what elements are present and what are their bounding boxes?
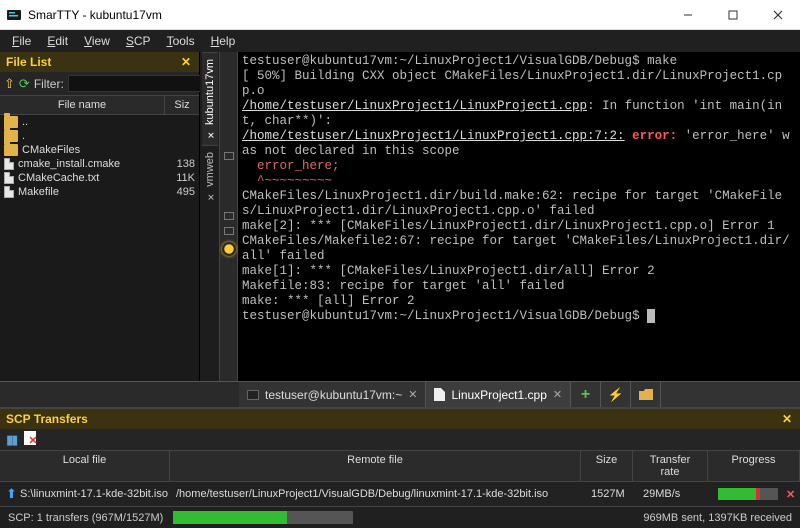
file-list-body: ...CMakeFilescmake_install.cmake138CMake… xyxy=(0,115,199,381)
menubar: FileEditViewSCPToolsHelp xyxy=(0,30,800,52)
file-name: . xyxy=(22,130,165,142)
clear-transfers-button[interactable]: ✕ xyxy=(24,431,36,448)
menu-edit[interactable]: Edit xyxy=(39,32,76,50)
file-row[interactable]: .. xyxy=(0,115,199,129)
file-icon xyxy=(4,158,14,170)
window-title: SmarTTY - kubuntu17vm xyxy=(28,8,665,22)
scp-close-icon[interactable]: ✕ xyxy=(780,412,794,426)
scp-transfers-panel: SCP Transfers ✕ ▮▮ ✕ Local file Remote f… xyxy=(0,407,800,506)
gutter-mark-icon xyxy=(224,212,234,220)
file-row[interactable]: . xyxy=(0,129,199,143)
terminal-icon xyxy=(247,390,259,400)
status-network-label: 969MB sent, 1397KB received xyxy=(643,512,792,524)
new-tab-button[interactable]: + xyxy=(571,382,601,407)
col-rate[interactable]: Transfer rate xyxy=(633,451,708,481)
refresh-icon[interactable]: ⟳ xyxy=(19,76,30,92)
folder-icon xyxy=(4,144,18,156)
menu-tools[interactable]: Tools xyxy=(159,32,203,50)
tab-close-icon[interactable]: ✕ xyxy=(553,388,562,401)
statusbar: SCP: 1 transfers (967M/1527M) 969MB sent… xyxy=(0,506,800,528)
status-transfer-label: SCP: 1 transfers (967M/1527M) xyxy=(8,512,163,524)
titlebar: SmarTTY - kubuntu17vm xyxy=(0,0,800,30)
document-tab[interactable]: testuser@kubuntu17vm:~ ✕ xyxy=(239,382,426,407)
close-button[interactable] xyxy=(755,0,800,30)
file-row[interactable]: CMakeFiles xyxy=(0,143,199,157)
cancel-transfer-button[interactable]: ✕ xyxy=(780,486,800,503)
scp-toolbar: ▮▮ ✕ xyxy=(0,429,800,450)
file-icon xyxy=(434,388,445,401)
upload-arrow-icon: ⬆ xyxy=(0,484,14,504)
terminal-gutter xyxy=(220,52,238,381)
scp-progress xyxy=(712,486,780,502)
gutter-mark-icon xyxy=(224,227,234,235)
pause-transfers-button[interactable]: ▮▮ xyxy=(6,432,16,448)
main-area: File List ✕ ⇧ ⟳ Filter: File name Siz ..… xyxy=(0,52,800,381)
file-name: .. xyxy=(22,116,165,128)
document-tab-label: testuser@kubuntu17vm:~ xyxy=(265,388,402,402)
file-name: CMakeFiles xyxy=(22,144,165,156)
terminal-output[interactable]: testuser@kubuntu17vm:~/LinuxProject1/Vis… xyxy=(238,52,800,381)
scp-local-path: S:\linuxmint-17.1-kde-32bit.iso xyxy=(14,486,170,502)
scp-rows: ⬆S:\linuxmint-17.1-kde-32bit.iso/home/te… xyxy=(0,482,800,506)
tab-close-icon[interactable]: ✕ xyxy=(205,129,215,139)
col-remote[interactable]: Remote file xyxy=(170,451,581,481)
document-tabstrip: testuser@kubuntu17vm:~✕LinuxProject1.cpp… xyxy=(0,381,800,407)
menu-file[interactable]: File xyxy=(4,32,39,50)
minimize-button[interactable] xyxy=(665,0,710,30)
file-list-panel: File List ✕ ⇧ ⟳ Filter: File name Siz ..… xyxy=(0,52,200,381)
status-progress-bar xyxy=(173,511,353,524)
col-progress[interactable]: Progress xyxy=(708,451,800,481)
file-name: cmake_install.cmake xyxy=(18,158,165,170)
session-tab-label: vmweb xyxy=(204,152,216,187)
file-row[interactable]: Makefile495 xyxy=(0,185,199,199)
session-tab[interactable]: ✕ kubuntu17vm xyxy=(202,52,218,145)
quick-action-button[interactable]: ⚡ xyxy=(601,382,631,407)
tab-close-icon[interactable]: ✕ xyxy=(205,191,215,201)
menu-help[interactable]: Help xyxy=(203,32,244,50)
menu-view[interactable]: View xyxy=(76,32,118,50)
col-size[interactable]: Size xyxy=(581,451,633,481)
maximize-button[interactable] xyxy=(710,0,755,30)
open-folder-button[interactable] xyxy=(631,382,661,407)
col-file-name[interactable]: File name xyxy=(0,96,165,114)
file-size: 11K xyxy=(165,172,195,184)
file-list-filter-bar: ⇧ ⟳ Filter: xyxy=(0,72,199,95)
scp-rate: 29MB/s xyxy=(637,486,712,502)
file-list-columns: File name Siz xyxy=(0,95,199,115)
scp-title: SCP Transfers xyxy=(6,412,88,426)
scp-remote-path: /home/testuser/LinuxProject1/VisualGDB/D… xyxy=(170,486,585,502)
session-tabstrip: ✕ kubuntu17vm ✕ vmweb xyxy=(200,52,220,381)
file-size: 138 xyxy=(165,158,195,170)
file-row[interactable]: cmake_install.cmake138 xyxy=(0,157,199,171)
filter-label: Filter: xyxy=(34,77,64,91)
document-tab-label: LinuxProject1.cpp xyxy=(451,388,546,402)
scp-header: SCP Transfers ✕ xyxy=(0,409,800,429)
terminal-cursor xyxy=(647,309,655,323)
file-list-header: File List ✕ xyxy=(0,52,199,72)
file-row[interactable]: CMakeCache.txt11K xyxy=(0,171,199,185)
session-tab[interactable]: ✕ vmweb xyxy=(202,145,218,207)
app-icon xyxy=(6,7,22,23)
gutter-mark-icon xyxy=(224,152,234,160)
file-list-close-icon[interactable]: ✕ xyxy=(179,55,193,69)
file-name: Makefile xyxy=(18,186,165,198)
file-name: CMakeCache.txt xyxy=(18,172,165,184)
scp-columns: Local file Remote file Size Transfer rat… xyxy=(0,450,800,482)
col-local[interactable]: Local file xyxy=(0,451,170,481)
document-tab[interactable]: LinuxProject1.cpp ✕ xyxy=(426,382,571,407)
scp-size: 1527M xyxy=(585,486,637,502)
filter-input[interactable] xyxy=(68,75,218,92)
file-icon xyxy=(4,186,14,198)
session-tab-label: kubuntu17vm xyxy=(204,59,216,125)
file-list-title: File List xyxy=(6,55,51,69)
file-icon xyxy=(4,172,14,184)
col-file-size[interactable]: Siz xyxy=(165,96,199,114)
scp-row[interactable]: ⬆S:\linuxmint-17.1-kde-32bit.iso/home/te… xyxy=(0,482,800,506)
up-folder-icon[interactable]: ⇧ xyxy=(4,76,15,92)
terminal-pane: testuser@kubuntu17vm:~/LinuxProject1/Vis… xyxy=(238,52,800,381)
suggestion-bulb-icon[interactable] xyxy=(222,242,236,256)
menu-scp[interactable]: SCP xyxy=(118,32,159,50)
tab-close-icon[interactable]: ✕ xyxy=(408,388,417,401)
file-size: 495 xyxy=(165,186,195,198)
